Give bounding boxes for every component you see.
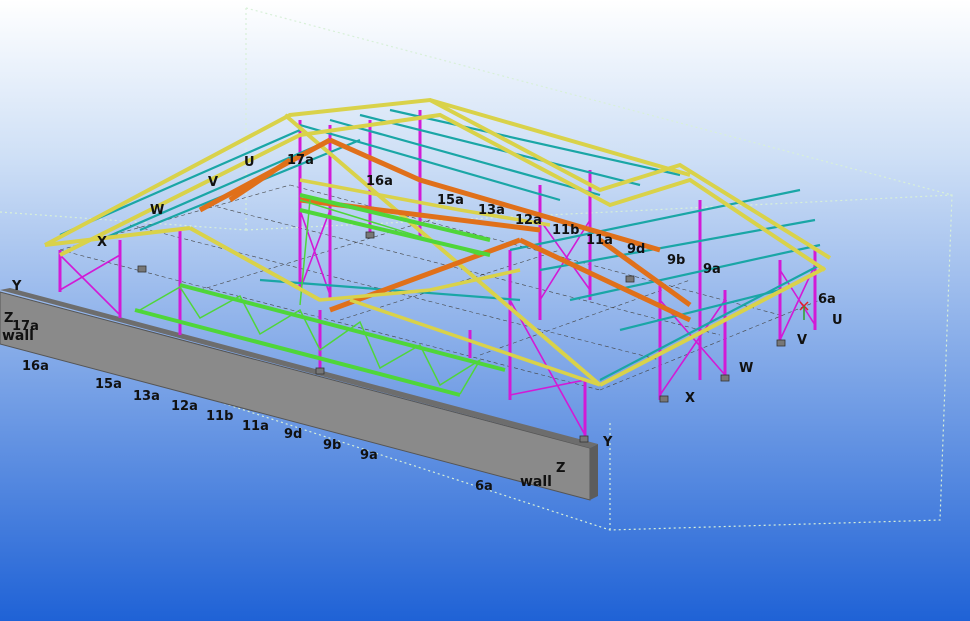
grid-label-left-Y: Y — [11, 279, 22, 294]
grid-label-15a: 15a — [437, 193, 464, 208]
grid-label-right-U: U — [832, 313, 843, 328]
grid-label-front-11a: 11a — [242, 419, 269, 434]
grid-label-right-X: X — [685, 391, 695, 406]
grid-label-right-V: V — [797, 333, 807, 348]
grid-label-front-15a: 15a — [95, 377, 122, 392]
grid-label-front-6a: 6a — [475, 479, 493, 494]
grid-label-9d: 9d — [627, 242, 645, 257]
grid-label-right-Y: Y — [602, 435, 613, 450]
grid-label-U: U — [244, 155, 255, 170]
grid-label-12a: 12a — [515, 213, 542, 228]
model-viewport[interactable]: U V W X 17a 16a 15a 13a 12a 11b 11a 9d 9… — [0, 0, 970, 621]
grid-label-right-W: W — [739, 361, 753, 376]
grid-label-17a: 17a — [287, 153, 314, 168]
grid-label-front-13a: 13a — [133, 389, 160, 404]
grid-label-wall-Z: Z — [556, 461, 565, 476]
grid-label-V: V — [208, 175, 218, 190]
grid-label-6a: 6a — [818, 292, 836, 307]
grid-label-front-9d: 9d — [284, 427, 302, 442]
grid-label-front-16a: 16a — [22, 359, 49, 374]
grid-label-9b: 9b — [667, 253, 685, 268]
grid-label-X: X — [97, 235, 107, 250]
grid-label-front-9a: 9a — [360, 448, 378, 463]
grid-label-front-11b: 11b — [206, 409, 233, 424]
grid-label-front-9b: 9b — [323, 438, 341, 453]
wall-label-left: wall — [2, 328, 34, 344]
grid-label-11b: 11b — [552, 223, 579, 238]
grid-label-11a: 11a — [586, 233, 613, 248]
wall-label-right: wall — [520, 474, 552, 490]
viewport-background — [0, 0, 970, 621]
grid-label-13a: 13a — [478, 203, 505, 218]
3d-model-view[interactable]: U V W X 17a 16a 15a 13a 12a 11b 11a 9d 9… — [0, 0, 970, 621]
grid-label-W: W — [150, 203, 164, 218]
grid-label-16a: 16a — [366, 174, 393, 189]
grid-label-front-12a: 12a — [171, 399, 198, 414]
grid-label-9a: 9a — [703, 262, 721, 277]
